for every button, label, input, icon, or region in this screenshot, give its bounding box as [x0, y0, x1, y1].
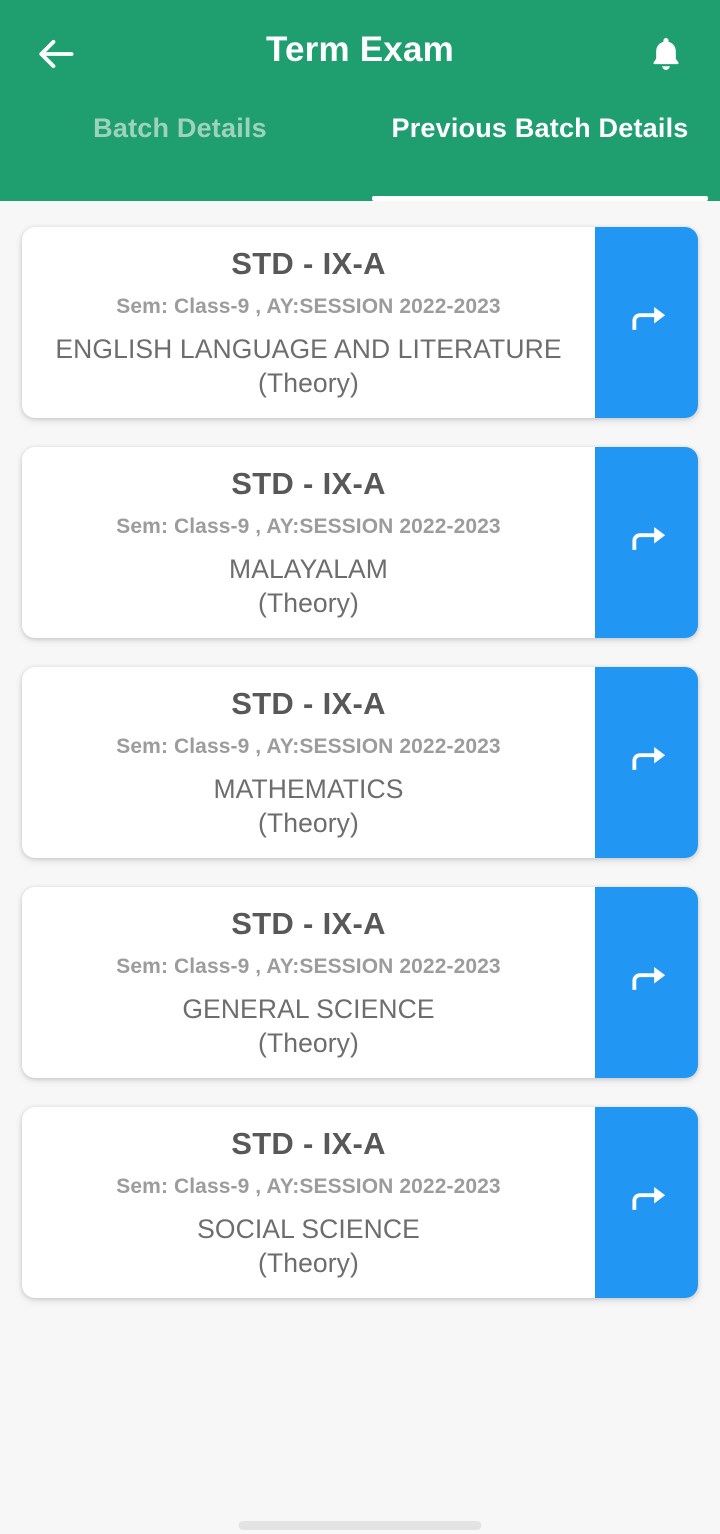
card-subject-type: (Theory) — [258, 367, 359, 398]
card-forward-button[interactable] — [595, 447, 698, 638]
app-screen: Term Exam Batch Details Previous Batch D… — [0, 0, 720, 1534]
card-subject-label: MALAYALAM (Theory) — [229, 553, 388, 621]
page-title: Term Exam — [266, 30, 454, 69]
card-subject-type: (Theory) — [258, 587, 359, 618]
card-subject-name: MATHEMATICS — [213, 773, 404, 804]
card-subject-label: MATHEMATICS (Theory) — [213, 773, 403, 841]
card-subject-type: (Theory) — [258, 1027, 359, 1058]
batch-list[interactable]: STD - IX-A Sem: Class-9 , AY:SESSION 202… — [0, 201, 720, 1534]
card-subject-type: (Theory) — [258, 807, 359, 838]
card-std-label: STD - IX-A — [231, 245, 386, 281]
card-std-label: STD - IX-A — [231, 905, 386, 941]
card-forward-button[interactable] — [595, 1107, 698, 1298]
tab-batch-details-label: Batch Details — [93, 113, 267, 143]
card-forward-button[interactable] — [595, 667, 698, 858]
card-subject-name: ENGLISH LANGUAGE AND LITERATURE — [55, 333, 562, 364]
card-forward-button[interactable] — [595, 227, 698, 418]
card-content: STD - IX-A Sem: Class-9 , AY:SESSION 202… — [22, 1107, 595, 1298]
card-content: STD - IX-A Sem: Class-9 , AY:SESSION 202… — [22, 887, 595, 1078]
forward-arrow-icon — [625, 1178, 669, 1227]
card-sem-label: Sem: Class-9 , AY:SESSION 2022-2023 — [116, 955, 501, 979]
forward-arrow-icon — [625, 518, 669, 567]
card-std-label: STD - IX-A — [231, 685, 386, 721]
tab-previous-batch-details-label: Previous Batch Details — [391, 113, 689, 143]
list-item[interactable]: STD - IX-A Sem: Class-9 , AY:SESSION 202… — [22, 447, 698, 638]
card-content: STD - IX-A Sem: Class-9 , AY:SESSION 202… — [22, 667, 595, 858]
card-std-label: STD - IX-A — [231, 465, 386, 501]
app-bar-top-row: Term Exam — [0, 0, 720, 110]
tab-previous-batch-details[interactable]: Previous Batch Details — [360, 104, 720, 201]
card-subject-label: ENGLISH LANGUAGE AND LITERATURE (Theory) — [55, 333, 561, 401]
forward-arrow-icon — [625, 738, 669, 787]
card-sem-label: Sem: Class-9 , AY:SESSION 2022-2023 — [116, 1175, 501, 1199]
card-subject-name: GENERAL SCIENCE — [182, 993, 435, 1024]
tab-bar: Batch Details Previous Batch Details — [0, 104, 720, 201]
forward-arrow-icon — [625, 298, 669, 347]
card-std-label: STD - IX-A — [231, 1125, 386, 1161]
card-sem-label: Sem: Class-9 , AY:SESSION 2022-2023 — [116, 295, 501, 319]
card-subject-label: GENERAL SCIENCE (Theory) — [182, 993, 434, 1061]
card-sem-label: Sem: Class-9 , AY:SESSION 2022-2023 — [116, 735, 501, 759]
card-content: STD - IX-A Sem: Class-9 , AY:SESSION 202… — [22, 227, 595, 418]
home-indicator[interactable] — [238, 1521, 482, 1530]
app-bar: Term Exam Batch Details Previous Batch D… — [0, 0, 720, 201]
forward-arrow-icon — [625, 958, 669, 1007]
card-content: STD - IX-A Sem: Class-9 , AY:SESSION 202… — [22, 447, 595, 638]
bell-icon — [646, 34, 686, 79]
card-subject-type: (Theory) — [258, 1247, 359, 1278]
notifications-button[interactable] — [636, 26, 696, 86]
card-subject-name: MALAYALAM — [229, 553, 388, 584]
list-item[interactable]: STD - IX-A Sem: Class-9 , AY:SESSION 202… — [22, 887, 698, 1078]
card-forward-button[interactable] — [595, 887, 698, 1078]
list-item[interactable]: STD - IX-A Sem: Class-9 , AY:SESSION 202… — [22, 667, 698, 858]
tab-batch-details[interactable]: Batch Details — [0, 104, 360, 201]
card-sem-label: Sem: Class-9 , AY:SESSION 2022-2023 — [116, 515, 501, 539]
list-item[interactable]: STD - IX-A Sem: Class-9 , AY:SESSION 202… — [22, 1107, 698, 1298]
card-subject-label: SOCIAL SCIENCE (Theory) — [197, 1213, 420, 1281]
list-item[interactable]: STD - IX-A Sem: Class-9 , AY:SESSION 202… — [22, 227, 698, 418]
card-subject-name: SOCIAL SCIENCE — [197, 1213, 420, 1244]
